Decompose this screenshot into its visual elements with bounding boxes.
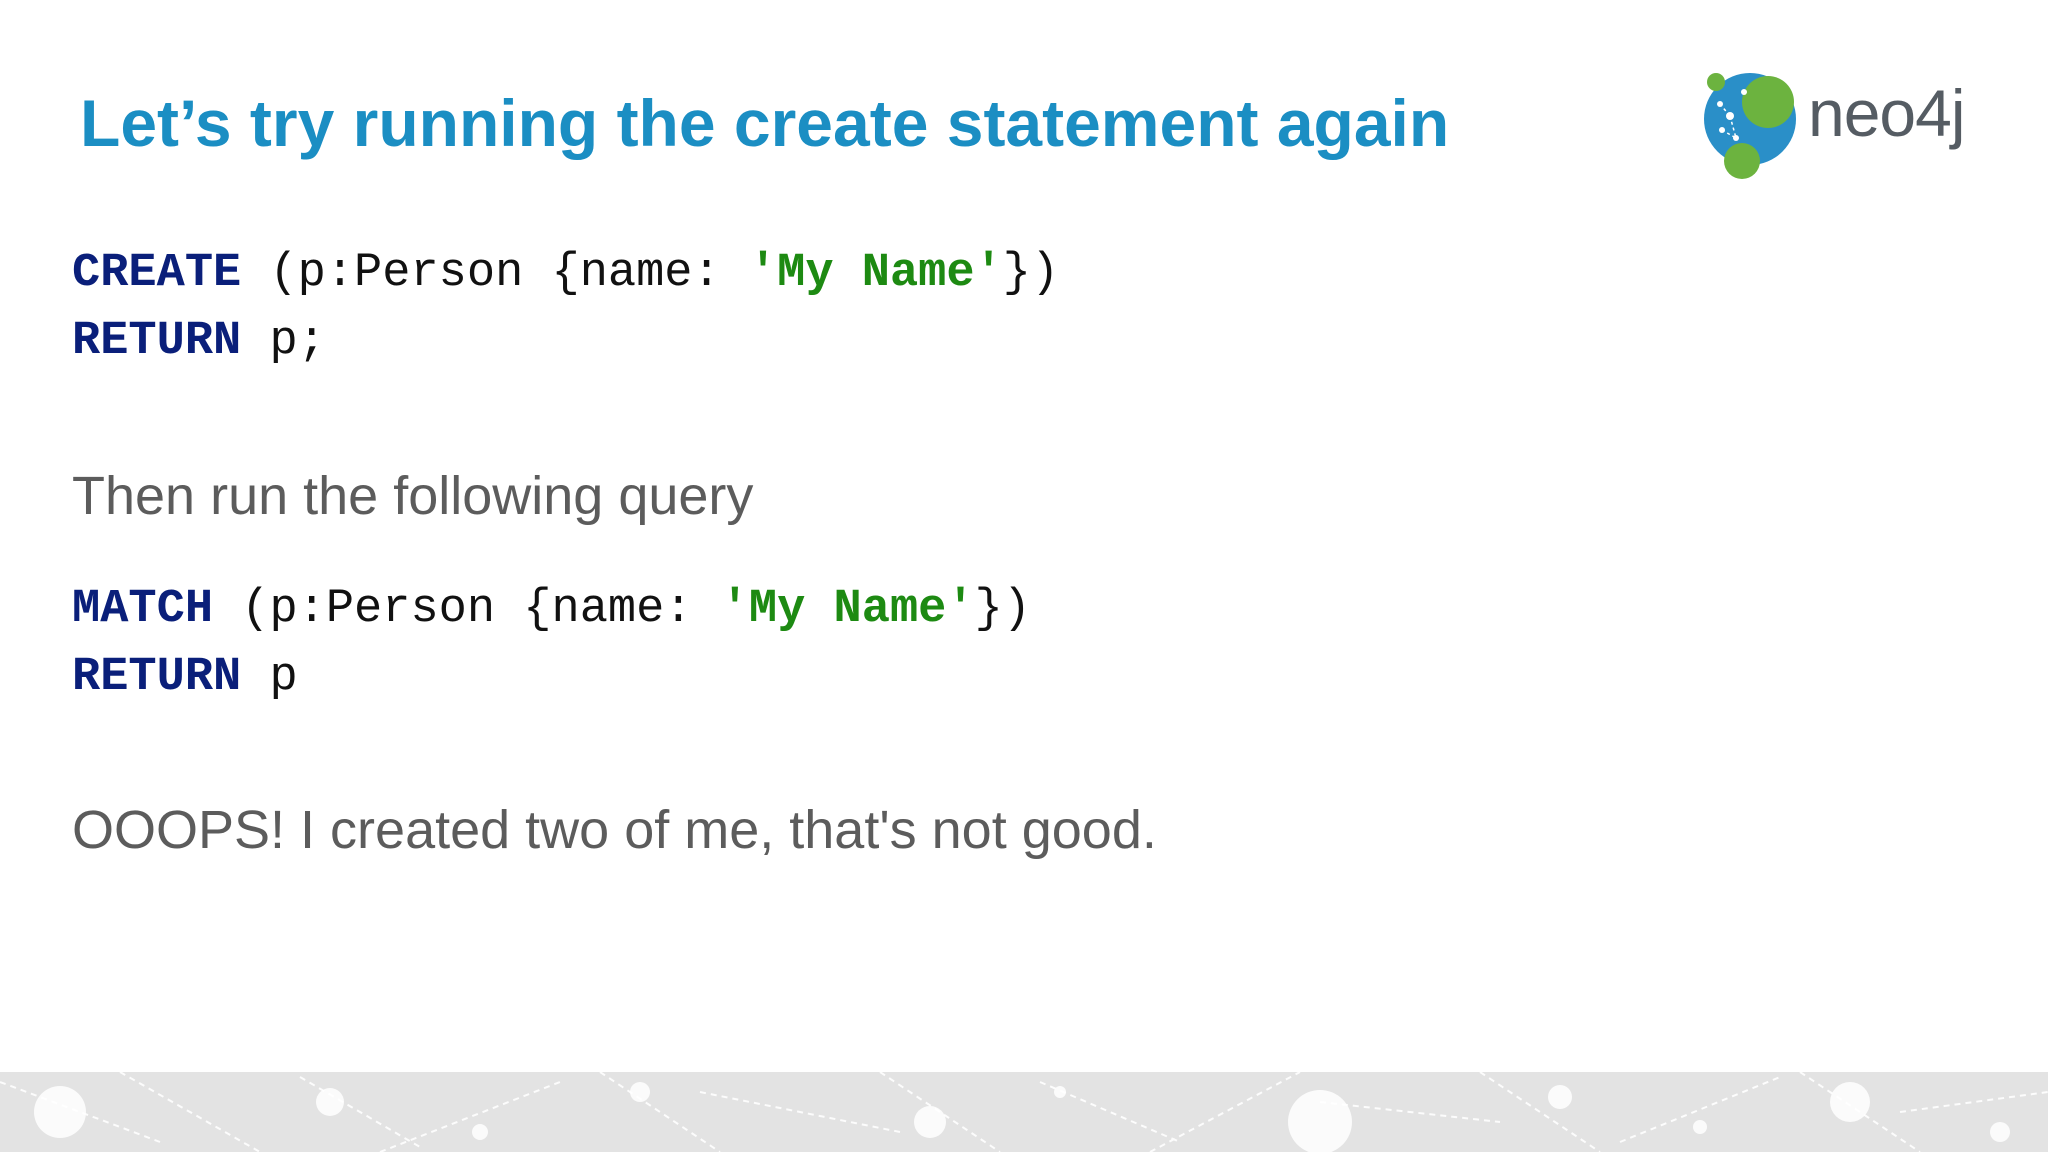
create-code-block: CREATE (p:Person {name: 'My Name'}) RETU…	[72, 240, 1059, 376]
code-keyword: CREATE	[72, 247, 242, 300]
graph-pattern-decoration	[0, 1072, 2048, 1152]
neo4j-graph-icon	[1704, 73, 1796, 179]
code-text: p;	[241, 315, 326, 368]
code-keyword: RETURN	[72, 651, 242, 704]
code-text: (p:Person {name:	[213, 583, 721, 636]
code-string: 'My Name'	[748, 247, 1003, 300]
neo4j-logo: neo4j	[1700, 64, 2000, 184]
code-line: MATCH (p:Person {name: 'My Name'})	[72, 583, 1031, 636]
code-keyword: RETURN	[72, 315, 242, 368]
slide: Let’s try running the create statement a…	[0, 0, 2048, 1152]
code-text: p	[241, 651, 298, 704]
footer-graph-banner	[0, 1072, 2048, 1152]
instruction-text: Then run the following query	[72, 466, 754, 526]
logo-wordmark: neo4j	[1808, 76, 1965, 150]
code-line: CREATE (p:Person {name: 'My Name'})	[72, 247, 1059, 300]
code-line: RETURN p	[72, 651, 298, 704]
slide-title: Let’s try running the create statement a…	[80, 86, 1450, 160]
code-text: })	[1002, 247, 1060, 300]
code-text: })	[974, 583, 1031, 636]
code-text: (p:Person {name:	[241, 247, 749, 300]
code-string: 'My Name'	[720, 583, 975, 636]
match-code-block: MATCH (p:Person {name: 'My Name'}) RETUR…	[72, 576, 1031, 712]
conclusion-text: OOOPS! I created two of me, that's not g…	[72, 800, 1157, 860]
code-keyword: MATCH	[72, 583, 214, 636]
code-line: RETURN p;	[72, 315, 326, 368]
